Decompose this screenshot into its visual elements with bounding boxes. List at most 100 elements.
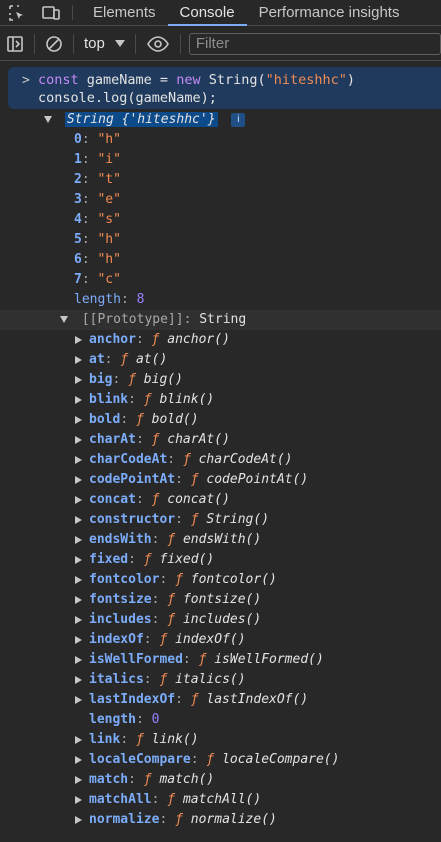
toolbar-separator bbox=[179, 33, 181, 54]
function-symbol: ƒ bbox=[206, 752, 215, 767]
prototype-property-row[interactable]: charCodeAt: ƒ charCodeAt() bbox=[0, 450, 441, 470]
prototype-property-row[interactable]: isWellFormed: ƒ isWellFormed() bbox=[0, 650, 441, 670]
prototype-property-row[interactable]: fontcolor: ƒ fontcolor() bbox=[0, 570, 441, 590]
entry-index: 6 bbox=[74, 252, 82, 267]
inspect-element-icon[interactable] bbox=[0, 0, 34, 25]
expand-triangle-icon[interactable] bbox=[75, 375, 82, 384]
prototype-property-row[interactable]: indexOf: ƒ indexOf() bbox=[0, 630, 441, 650]
expand-triangle-icon[interactable] bbox=[75, 655, 82, 664]
property-key: big bbox=[89, 372, 113, 387]
prototype-property-row[interactable]: anchor: ƒ anchor() bbox=[0, 330, 441, 350]
tab-console[interactable]: Console bbox=[167, 0, 247, 26]
prototype-property-row[interactable]: constructor: ƒ String() bbox=[0, 510, 441, 530]
live-expression-button[interactable] bbox=[140, 27, 176, 61]
property-key: concat bbox=[89, 492, 136, 507]
function-symbol: ƒ bbox=[182, 452, 191, 467]
expand-triangle-icon[interactable] bbox=[75, 415, 82, 424]
prototype-property-row[interactable]: matchAll: ƒ matchAll() bbox=[0, 790, 441, 810]
expand-triangle-icon[interactable] bbox=[75, 635, 82, 644]
property-number: 0 bbox=[151, 712, 160, 727]
expand-triangle-icon[interactable] bbox=[75, 595, 82, 604]
expand-triangle-icon[interactable] bbox=[75, 495, 82, 504]
prototype-property-row[interactable]: lastIndexOf: ƒ lastIndexOf() bbox=[0, 690, 441, 710]
filter-input[interactable]: Filter bbox=[188, 32, 441, 55]
prototype-property-row: length: 0 bbox=[0, 710, 441, 730]
expand-triangle-icon[interactable] bbox=[75, 455, 82, 464]
expand-triangle-icon[interactable] bbox=[75, 355, 82, 364]
prototype-row[interactable]: [[Prototype]]: String bbox=[0, 310, 441, 330]
expand-triangle-icon[interactable] bbox=[75, 615, 82, 624]
expand-triangle-icon[interactable] bbox=[75, 755, 82, 764]
show-sidebar-button[interactable] bbox=[0, 27, 30, 61]
expand-triangle-icon[interactable] bbox=[75, 795, 82, 804]
function-symbol: ƒ bbox=[135, 732, 144, 747]
tab-elements[interactable]: Elements bbox=[81, 0, 168, 25]
context-label: top bbox=[84, 35, 105, 52]
prototype-property-row[interactable]: endsWith: ƒ endsWith() bbox=[0, 530, 441, 550]
function-symbol: ƒ bbox=[175, 812, 183, 827]
function-signature: link() bbox=[151, 732, 199, 747]
expand-triangle-icon[interactable] bbox=[75, 775, 82, 784]
info-icon[interactable]: i bbox=[231, 113, 246, 127]
function-signature: lastIndexOf() bbox=[206, 692, 309, 707]
collapse-triangle-icon[interactable] bbox=[44, 116, 52, 123]
expand-triangle-icon[interactable] bbox=[75, 575, 82, 584]
colon: : bbox=[167, 452, 183, 467]
expand-triangle-icon[interactable] bbox=[75, 695, 82, 704]
context-selector[interactable]: top bbox=[78, 27, 131, 61]
prototype-property-row[interactable]: big: ƒ big() bbox=[0, 370, 441, 390]
function-symbol: ƒ bbox=[167, 792, 176, 807]
console-toolbar: top Filter bbox=[0, 27, 441, 61]
function-signature: italics() bbox=[175, 672, 246, 687]
prototype-property-row[interactable]: match: ƒ match() bbox=[0, 770, 441, 790]
prototype-property-row[interactable]: localeCompare: ƒ localeCompare() bbox=[0, 750, 441, 770]
property-key: charCodeAt bbox=[89, 452, 168, 467]
prototype-property-row[interactable]: normalize: ƒ normalize() bbox=[0, 810, 441, 830]
function-signature: String() bbox=[206, 512, 270, 527]
prototype-property-row[interactable]: link: ƒ link() bbox=[0, 730, 441, 750]
expand-triangle-icon[interactable] bbox=[75, 395, 82, 404]
colon: : bbox=[143, 672, 160, 687]
device-toolbar-icon[interactable] bbox=[34, 0, 68, 25]
property-key: matchAll bbox=[89, 792, 152, 807]
function-symbol: ƒ bbox=[135, 412, 144, 427]
prototype-property-row[interactable]: fixed: ƒ fixed() bbox=[0, 550, 441, 570]
expand-triangle-icon[interactable] bbox=[75, 335, 82, 344]
expand-triangle-icon[interactable] bbox=[75, 535, 82, 544]
expand-triangle-icon[interactable] bbox=[75, 735, 82, 744]
prototype-property-row[interactable]: concat: ƒ concat() bbox=[0, 490, 441, 510]
clear-console-button[interactable] bbox=[39, 27, 69, 61]
property-key: length bbox=[89, 712, 136, 727]
colon: : bbox=[175, 692, 191, 707]
prototype-property-row[interactable]: bold: ƒ bold() bbox=[0, 410, 441, 430]
code-identifier: String( bbox=[200, 72, 266, 88]
function-symbol: ƒ bbox=[120, 352, 129, 367]
object-header-row[interactable]: String {'hiteshhc'} i bbox=[0, 110, 441, 130]
property-key: match bbox=[89, 772, 129, 787]
prototype-property-row[interactable]: fontsize: ƒ fontsize() bbox=[0, 590, 441, 610]
prototype-property-row[interactable]: blink: ƒ blink() bbox=[0, 390, 441, 410]
tab-performance-insights[interactable]: Performance insights bbox=[247, 0, 412, 25]
prototype-property-row[interactable]: italics: ƒ italics() bbox=[0, 670, 441, 690]
collapse-triangle-icon[interactable] bbox=[60, 316, 68, 323]
entry-index: 4 bbox=[74, 212, 82, 227]
prototype-property-row[interactable]: codePointAt: ƒ codePointAt() bbox=[0, 470, 441, 490]
prototype-property-row[interactable]: charAt: ƒ charAt() bbox=[0, 430, 441, 450]
expand-triangle-icon[interactable] bbox=[75, 435, 82, 444]
expand-triangle-icon[interactable] bbox=[75, 555, 82, 564]
array-entry-row: 6: "h" bbox=[0, 250, 441, 270]
colon: : bbox=[81, 252, 98, 267]
function-signature: charCodeAt() bbox=[198, 452, 293, 467]
entry-value: "h" bbox=[97, 132, 121, 147]
expand-triangle-icon[interactable] bbox=[75, 475, 82, 484]
expand-triangle-icon[interactable] bbox=[75, 815, 82, 824]
sidebar-icon bbox=[7, 35, 23, 52]
code-keyword: const bbox=[38, 72, 79, 88]
prototype-property-row[interactable]: includes: ƒ includes() bbox=[0, 610, 441, 630]
colon: : bbox=[81, 192, 98, 207]
prototype-property-row[interactable]: at: ƒ at() bbox=[0, 350, 441, 370]
expand-triangle-icon[interactable] bbox=[75, 515, 82, 524]
expand-triangle-icon[interactable] bbox=[75, 675, 82, 684]
property-key: isWellFormed bbox=[89, 652, 183, 667]
function-symbol: ƒ bbox=[143, 552, 152, 567]
